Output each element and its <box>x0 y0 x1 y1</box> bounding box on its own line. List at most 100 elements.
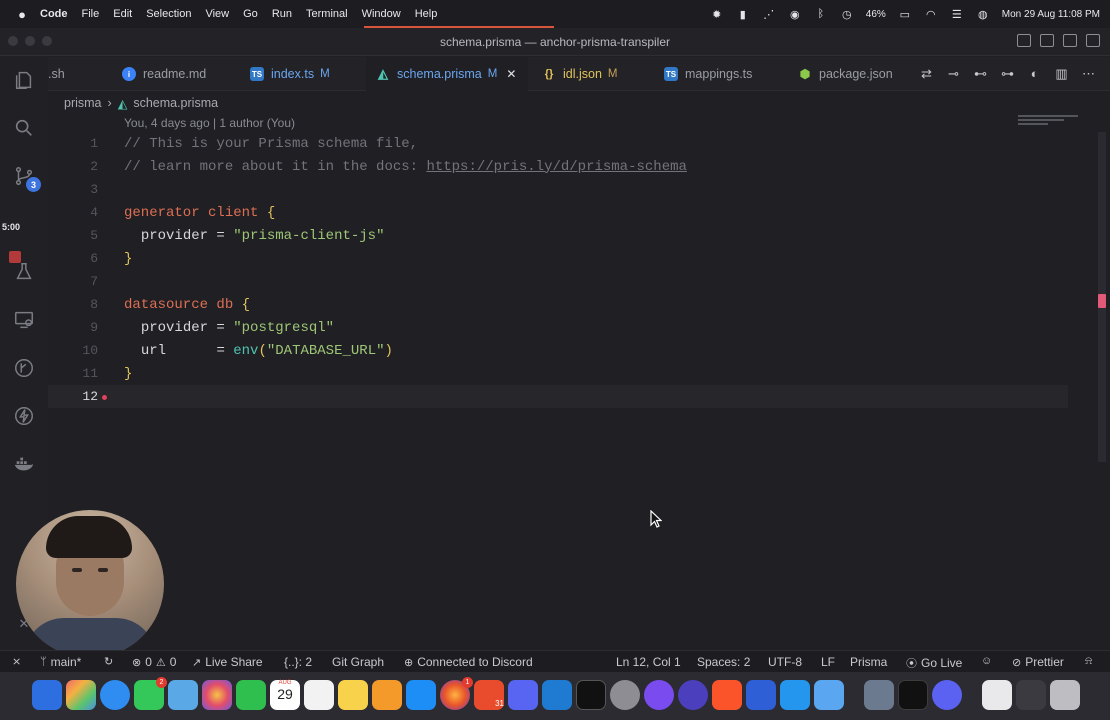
battery-icon[interactable]: ▭ <box>898 8 912 21</box>
screen-recorder-icon[interactable] <box>932 680 962 710</box>
terminal-icon[interactable] <box>576 680 606 710</box>
safari-icon[interactable] <box>100 680 130 710</box>
discord-status[interactable]: ⊕ Connected to Discord <box>404 655 533 669</box>
close-tab-icon[interactable]: ✕ <box>506 67 516 81</box>
tab-index-ts[interactable]: TS index.ts M <box>250 57 330 91</box>
remote-status[interactable]: ⨯ <box>12 655 21 668</box>
cursor-position-status[interactable]: Ln 12, Col 1 <box>616 655 681 669</box>
clock-status-icon[interactable]: ◷ <box>840 8 854 21</box>
explorer-icon[interactable] <box>12 68 36 92</box>
bracket-status[interactable]: {..}: 2 <box>284 655 312 669</box>
feedback-status[interactable]: ☺ <box>981 655 992 667</box>
system-settings-icon[interactable] <box>610 680 640 710</box>
flask-testing-icon[interactable] <box>12 260 36 284</box>
toggle-primary-sidebar-icon[interactable] <box>1017 34 1031 47</box>
menu-app-code[interactable]: Code <box>40 8 68 20</box>
tab-mappings-ts[interactable]: TS mappings.ts <box>664 57 752 91</box>
app-store-icon[interactable] <box>406 680 436 710</box>
calendar-icon[interactable]: AUG 29 <box>270 680 300 710</box>
live-share-status[interactable]: ↗ Live Share <box>192 655 263 669</box>
vpn-icon[interactable] <box>746 680 776 710</box>
compare-changes-icon[interactable]: ⇄ <box>919 66 934 81</box>
breadcrumb-folder[interactable]: prisma <box>64 96 102 110</box>
wifi-icon[interactable]: ◠ <box>924 8 938 21</box>
bluetooth-icon[interactable]: ᛒ <box>814 8 828 20</box>
git-graph-icon[interactable] <box>12 356 36 380</box>
code-editor[interactable]: 1 // This is your Prisma schema file, 2 … <box>48 132 1098 622</box>
menu-file[interactable]: File <box>82 8 100 20</box>
gear-status-icon[interactable]: ✹ <box>710 8 724 21</box>
minimap[interactable] <box>1018 115 1094 131</box>
tab-idl-json[interactable]: {} idl.json M <box>542 57 618 91</box>
menu-selection[interactable]: Selection <box>146 8 191 20</box>
docs-link[interactable]: https://pris.ly/d/prisma-schema <box>426 159 686 175</box>
menu-help[interactable]: Help <box>415 8 438 20</box>
discord-icon[interactable] <box>508 680 538 710</box>
lightning-icon[interactable] <box>12 404 36 428</box>
linear-icon[interactable] <box>678 680 708 710</box>
tab-schema-prisma[interactable]: ◭ schema.prisma M ✕ <box>366 57 528 91</box>
tab-readme[interactable]: i readme.md <box>122 57 206 91</box>
git-blame-codelens[interactable]: You, 4 days ago | 1 author (You) <box>124 116 295 130</box>
git-graph-status[interactable]: Git Graph <box>332 655 384 669</box>
git-commit-icon[interactable]: ⊸ <box>946 66 961 81</box>
previous-change-icon[interactable]: ⊷ <box>973 66 988 81</box>
preview-icon[interactable] <box>814 680 844 710</box>
menu-edit[interactable]: Edit <box>113 8 132 20</box>
menu-terminal[interactable]: Terminal <box>306 8 348 20</box>
control-center-icon[interactable]: ☰ <box>950 8 964 21</box>
activity-monitor-icon[interactable] <box>898 680 928 710</box>
split-editor-icon[interactable]: ▥ <box>1054 66 1069 81</box>
indentation-status[interactable]: Spaces: 2 <box>697 655 750 669</box>
pages-icon[interactable] <box>372 680 402 710</box>
go-live-status[interactable]: ⦿ Go Live <box>906 655 962 671</box>
maps-icon[interactable] <box>168 680 198 710</box>
prettier-status[interactable]: ⊘ Prettier <box>1012 655 1064 669</box>
tab-package-json[interactable]: ⬢ package.json <box>798 57 893 91</box>
menu-window[interactable]: Window <box>362 8 401 20</box>
screenshot-icon[interactable] <box>864 680 894 710</box>
search-icon[interactable] <box>12 116 36 140</box>
finder-icon[interactable] <box>32 680 62 710</box>
vscode-icon[interactable] <box>542 680 572 710</box>
tab-sh[interactable]: .sh <box>48 57 65 91</box>
downloads-folder-icon[interactable] <box>982 680 1012 710</box>
encoding-status[interactable]: UTF-8 <box>768 655 802 669</box>
next-change-icon[interactable]: ⊶ <box>1000 66 1015 81</box>
messenger-icon[interactable] <box>644 680 674 710</box>
breadcrumb-file[interactable]: schema.prisma <box>133 96 218 110</box>
messages-icon[interactable]: 2 <box>134 677 167 710</box>
notes-icon[interactable] <box>338 680 368 710</box>
notifications-status[interactable]: ⍾ <box>1085 655 1092 668</box>
trash-icon[interactable] <box>1050 680 1080 710</box>
docker-app-icon[interactable] <box>780 680 810 710</box>
eol-status[interactable]: LF <box>821 655 835 669</box>
launchpad-icon[interactable] <box>66 680 96 710</box>
remote-explorer-icon[interactable] <box>12 308 36 332</box>
menu-view[interactable]: View <box>205 8 229 20</box>
branch-status[interactable]: ᛘ main* <box>40 655 81 669</box>
sync-status[interactable]: ↻ <box>104 655 113 668</box>
recent-app-icon[interactable] <box>1016 680 1046 710</box>
reminders-icon[interactable] <box>304 680 334 710</box>
play-circle-icon[interactable]: ◉ <box>788 8 802 21</box>
docker-icon[interactable] <box>12 452 36 476</box>
sidebar-status-icon[interactable]: ▮ <box>736 8 750 21</box>
open-changes-icon[interactable]: ◐ <box>1027 66 1042 81</box>
siri-icon[interactable]: ◍ <box>976 8 990 21</box>
language-status[interactable]: Prisma <box>850 655 887 669</box>
more-actions-icon[interactable]: ⋯ <box>1081 66 1096 81</box>
menu-go[interactable]: Go <box>243 8 258 20</box>
apple-menu-icon[interactable]: ● <box>14 7 30 22</box>
problems-status[interactable]: ⊗ 0 ⚠ 0 <box>132 655 176 669</box>
brave-icon[interactable] <box>712 680 742 710</box>
fantastical-icon[interactable]: 31 <box>474 680 504 710</box>
menu-run[interactable]: Run <box>272 8 292 20</box>
facetime-icon[interactable] <box>236 680 266 710</box>
toggle-panel-icon[interactable] <box>1040 34 1054 47</box>
customize-layout-icon[interactable] <box>1086 34 1100 47</box>
menubar-datetime[interactable]: Mon 29 Aug 11:08 PM <box>1002 9 1100 20</box>
control-strip-icon[interactable]: ⋰ <box>762 8 776 21</box>
firefox-icon[interactable]: 1 <box>440 677 473 710</box>
photos-icon[interactable] <box>202 680 232 710</box>
